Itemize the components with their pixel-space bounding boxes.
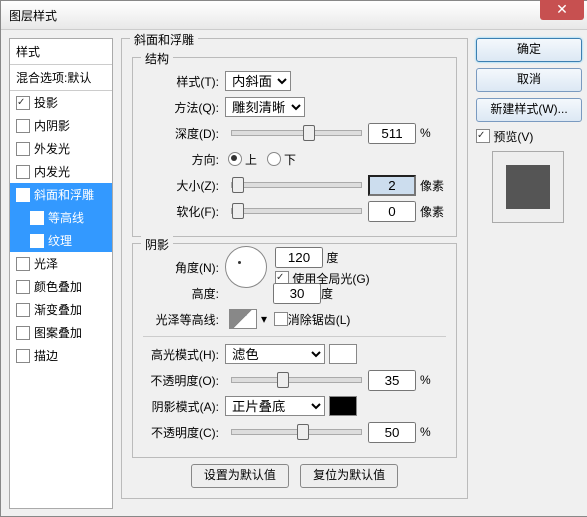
size-slider[interactable]: [231, 182, 362, 188]
checkbox-icon[interactable]: [16, 119, 30, 133]
sidebar-item-inner-glow[interactable]: 内发光: [10, 160, 112, 183]
checkbox-icon[interactable]: [16, 349, 30, 363]
cancel-button[interactable]: 取消: [476, 68, 582, 92]
angle-input[interactable]: [275, 247, 323, 268]
shadow-color-swatch[interactable]: [329, 396, 357, 416]
antialias-checkbox[interactable]: [274, 312, 288, 326]
blend-options[interactable]: 混合选项:默认: [10, 65, 112, 91]
sidebar-item-color-overlay[interactable]: 颜色叠加: [10, 275, 112, 298]
shadow-mode-select[interactable]: 正片叠底: [225, 396, 325, 416]
shading-title: 阴影: [141, 236, 173, 253]
size-input[interactable]: [368, 175, 416, 196]
technique-select[interactable]: 雕刻清晰: [225, 97, 305, 117]
depth-input[interactable]: [368, 123, 416, 144]
sidebar-header: 样式: [10, 39, 112, 65]
checkbox-icon[interactable]: [16, 280, 30, 294]
soften-input[interactable]: [368, 201, 416, 222]
title-bar: 图层样式 ✕: [1, 1, 587, 30]
make-default-button[interactable]: 设置为默认值: [191, 464, 289, 488]
checkbox-icon[interactable]: [16, 165, 30, 179]
checkbox-icon[interactable]: [30, 234, 44, 248]
checkbox-icon[interactable]: [16, 303, 30, 317]
dropdown-icon[interactable]: ▾: [261, 312, 267, 326]
highlight-mode-select[interactable]: 滤色: [225, 344, 325, 364]
direction-down-radio[interactable]: [267, 152, 281, 166]
reset-default-button[interactable]: 复位为默认值: [300, 464, 398, 488]
altitude-input[interactable]: [273, 283, 321, 304]
sidebar-item-satin[interactable]: 光泽: [10, 252, 112, 275]
direction-up-radio[interactable]: [228, 152, 242, 166]
style-list: 样式 混合选项:默认 投影 内阴影 外发光 内发光 斜面和浮雕 等高线 纹理 光…: [9, 38, 113, 509]
checkbox-icon[interactable]: [16, 326, 30, 340]
sidebar-item-pattern-overlay[interactable]: 图案叠加: [10, 321, 112, 344]
highlight-color-swatch[interactable]: [329, 344, 357, 364]
panel-title: 斜面和浮雕: [130, 31, 198, 48]
dialog-title: 图层样式: [9, 7, 57, 24]
sidebar-item-bevel[interactable]: 斜面和浮雕: [10, 183, 112, 206]
sidebar-item-contour[interactable]: 等高线: [10, 206, 112, 229]
new-style-button[interactable]: 新建样式(W)...: [476, 98, 582, 122]
checkbox-icon[interactable]: [16, 188, 30, 202]
sidebar-item-texture[interactable]: 纹理: [10, 229, 112, 252]
gloss-contour-picker[interactable]: [229, 309, 257, 329]
preview-swatch: [492, 151, 564, 223]
style-select[interactable]: 内斜面: [225, 71, 291, 91]
checkbox-icon[interactable]: [16, 96, 30, 110]
close-button[interactable]: ✕: [540, 0, 584, 20]
sidebar-item-outer-glow[interactable]: 外发光: [10, 137, 112, 160]
sidebar-item-drop-shadow[interactable]: 投影: [10, 91, 112, 114]
highlight-opacity-input[interactable]: [368, 370, 416, 391]
structure-title: 结构: [141, 50, 173, 67]
shadow-opacity-input[interactable]: [368, 422, 416, 443]
preview-checkbox[interactable]: [476, 129, 490, 143]
depth-slider[interactable]: [231, 130, 362, 136]
angle-dial[interactable]: [225, 246, 267, 288]
sidebar-item-stroke[interactable]: 描边: [10, 344, 112, 367]
sidebar-item-gradient-overlay[interactable]: 渐变叠加: [10, 298, 112, 321]
checkbox-icon[interactable]: [16, 142, 30, 156]
soften-slider[interactable]: [231, 208, 362, 214]
highlight-opacity-slider[interactable]: [231, 377, 362, 383]
sidebar-item-inner-shadow[interactable]: 内阴影: [10, 114, 112, 137]
ok-button[interactable]: 确定: [476, 38, 582, 62]
shadow-opacity-slider[interactable]: [231, 429, 362, 435]
checkbox-icon[interactable]: [16, 257, 30, 271]
checkbox-icon[interactable]: [30, 211, 44, 225]
